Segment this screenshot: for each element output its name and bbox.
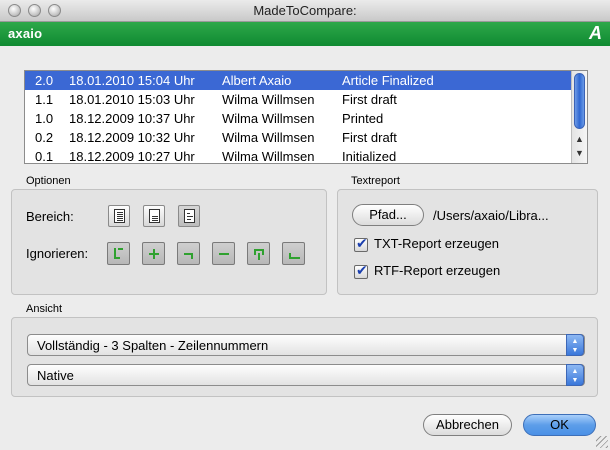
cancel-button[interactable]: Abbrechen (423, 414, 512, 436)
version-author: Wilma Willmsen (222, 92, 315, 107)
select-arrows-icon: ▲ ▼ (566, 364, 584, 386)
document-partial-icon (149, 209, 160, 223)
scope-selection-button[interactable] (178, 205, 200, 227)
version-date: 18.01.2010 15:03 Uhr (69, 92, 195, 107)
scroll-up-arrow-icon[interactable]: ▲ (574, 133, 585, 145)
ignore-underline-button[interactable] (282, 242, 305, 265)
txt-report-checkbox[interactable]: ✔ (354, 235, 368, 252)
version-number: 1.0 (35, 111, 54, 126)
optionen-group-label: Optionen (26, 175, 71, 187)
report-path-value: /Users/axaio/Libra... (433, 208, 549, 223)
version-number: 1.1 (35, 92, 54, 107)
version-note: First draft (342, 130, 397, 145)
version-row[interactable]: 0.1 18.12.2009 10:27 Uhr Wilma Willmsen … (25, 147, 573, 163)
ignore-corner-button[interactable] (177, 242, 200, 265)
version-list[interactable]: 2.0 18.01.2010 15:04 Uhr Albert Axaio Ar… (24, 70, 588, 164)
ignore-plus-button[interactable] (142, 242, 165, 265)
checkmark-icon: ✔ (356, 262, 368, 278)
version-number: 0.2 (35, 130, 54, 145)
version-note: Printed (342, 111, 384, 126)
document-selection-icon (184, 209, 195, 223)
version-author: Wilma Willmsen (222, 111, 315, 126)
render-mode-select[interactable]: Native ▲ ▼ (27, 364, 585, 386)
version-date: 18.12.2009 10:27 Uhr (69, 149, 195, 163)
optionen-group: Bereich: Ignorieren: (11, 189, 327, 295)
scope-full-document-button[interactable] (108, 205, 130, 227)
version-row[interactable]: 1.0 18.12.2009 10:37 Uhr Wilma Willmsen … (25, 109, 573, 128)
ignore-step-button[interactable] (107, 242, 130, 265)
ansicht-group: Vollständig - 3 Spalten - Zeilennummern … (11, 317, 598, 397)
scope-partial-document-button[interactable] (143, 205, 165, 227)
ignore-minus-button[interactable] (212, 242, 235, 265)
document-full-icon (114, 209, 125, 223)
brand-logo-icon: A (589, 23, 602, 43)
rtf-report-label: RTF-Report erzeugen (374, 263, 501, 278)
version-author: Wilma Willmsen (222, 149, 315, 163)
version-list-scrollbar[interactable]: ▲ ▼ (571, 71, 587, 163)
version-note: Article Finalized (342, 73, 434, 88)
version-row[interactable]: 2.0 18.01.2010 15:04 Uhr Albert Axaio Ar… (25, 71, 573, 90)
brand-bar: axaio A (0, 22, 610, 46)
rtf-report-checkbox[interactable]: ✔ (354, 262, 368, 279)
path-button[interactable]: Pfad... (352, 204, 424, 226)
bereich-label: Bereich: (26, 209, 74, 224)
version-author: Wilma Willmsen (222, 130, 315, 145)
checkmark-icon: ✔ (356, 235, 368, 251)
version-note: Initialized (342, 149, 397, 163)
version-date: 18.12.2009 10:32 Uhr (69, 130, 195, 145)
version-date: 18.01.2010 15:04 Uhr (69, 73, 195, 88)
textreport-group-label: Textreport (351, 175, 400, 187)
version-number: 0.1 (35, 149, 54, 163)
version-date: 18.12.2009 10:37 Uhr (69, 111, 195, 126)
select-arrows-icon: ▲ ▼ (566, 334, 584, 356)
title-bar[interactable]: MadeToCompare: (0, 0, 610, 22)
txt-report-label: TXT-Report erzeugen (374, 236, 500, 251)
version-row[interactable]: 1.1 18.01.2010 15:03 Uhr Wilma Willmsen … (25, 90, 573, 109)
render-mode-value: Native (37, 368, 74, 383)
ignorieren-label: Ignorieren: (26, 246, 89, 261)
version-number: 2.0 (35, 73, 54, 88)
scrollbar-thumb[interactable] (574, 73, 585, 129)
brand-name: axaio (8, 26, 43, 41)
view-mode-value: Vollständig - 3 Spalten - Zeilennummern (37, 338, 269, 353)
ok-button[interactable]: OK (523, 414, 596, 436)
textreport-group: Pfad... /Users/axaio/Libra... ✔ TXT-Repo… (337, 189, 598, 295)
window-title: MadeToCompare: (253, 3, 357, 18)
dialog-window: MadeToCompare: axaio A 2.0 18.01.2010 15… (0, 0, 610, 450)
scroll-down-arrow-icon[interactable]: ▼ (574, 147, 585, 159)
version-note: First draft (342, 92, 397, 107)
view-mode-select[interactable]: Vollständig - 3 Spalten - Zeilennummern … (27, 334, 585, 356)
version-author: Albert Axaio (222, 73, 292, 88)
ansicht-group-label: Ansicht (26, 303, 63, 315)
ignore-return-button[interactable] (247, 242, 270, 265)
version-row[interactable]: 0.2 18.12.2009 10:32 Uhr Wilma Willmsen … (25, 128, 573, 147)
resize-grip-icon[interactable] (596, 436, 608, 448)
